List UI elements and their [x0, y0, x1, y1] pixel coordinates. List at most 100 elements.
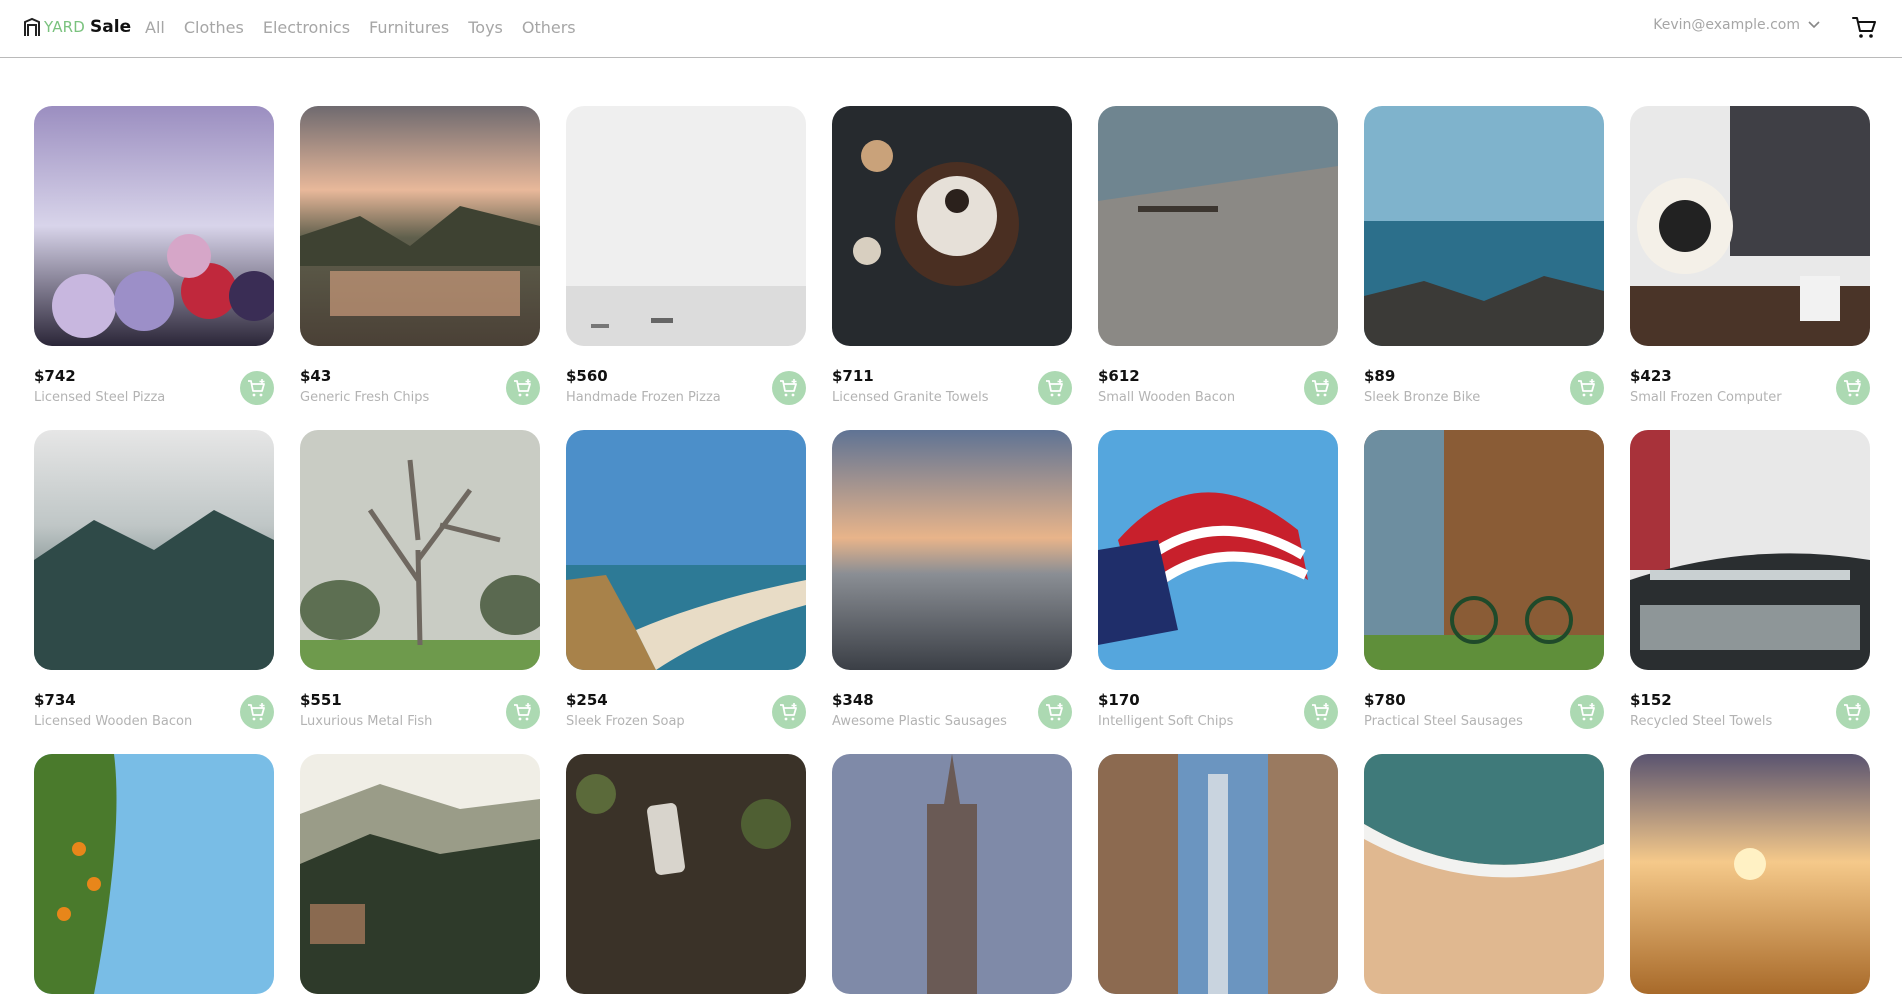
add-to-cart-button[interactable]	[1570, 695, 1604, 729]
product-info: $43 Generic Fresh Chips	[300, 361, 540, 411]
product-info: $89 Sleek Bronze Bike	[1364, 361, 1604, 411]
add-to-cart-button[interactable]	[1836, 371, 1870, 405]
add-to-cart-button[interactable]	[1304, 695, 1338, 729]
product-image[interactable]	[1364, 106, 1604, 346]
product-grid: $742 Licensed Steel Pizza $43 Generic Fr…	[34, 106, 1870, 994]
product-price: $734	[34, 691, 76, 709]
product-image[interactable]	[832, 106, 1072, 346]
add-to-cart-icon	[1046, 703, 1063, 721]
navbar: YARD Sale All Clothes Electronics Furnit…	[0, 0, 1902, 58]
add-to-cart-icon	[1046, 379, 1063, 397]
add-to-cart-button[interactable]	[772, 371, 806, 405]
add-to-cart-icon	[1578, 703, 1595, 721]
product-name: Licensed Wooden Bacon	[34, 714, 193, 729]
product-image[interactable]	[34, 430, 274, 670]
add-to-cart-button[interactable]	[240, 695, 274, 729]
product-info: $348 Awesome Plastic Sausages	[832, 685, 1072, 735]
product-card: $43 Generic Fresh Chips	[300, 106, 540, 405]
add-to-cart-icon	[780, 379, 797, 397]
shopping-cart-icon[interactable]	[1851, 14, 1877, 40]
nav-others[interactable]: Others	[522, 18, 576, 37]
product-image[interactable]	[1098, 430, 1338, 670]
product-card	[300, 754, 540, 994]
add-to-cart-icon	[514, 379, 531, 397]
product-price: $89	[1364, 367, 1396, 385]
product-image[interactable]	[566, 430, 806, 670]
product-image[interactable]	[1364, 430, 1604, 670]
product-image[interactable]	[1630, 754, 1870, 994]
add-to-cart-button[interactable]	[1570, 371, 1604, 405]
product-info: $734 Licensed Wooden Bacon	[34, 685, 274, 735]
nav-all[interactable]: All	[145, 18, 165, 37]
add-to-cart-button[interactable]	[1304, 371, 1338, 405]
account-email: Kevin@example.com	[1653, 17, 1800, 33]
product-name: Licensed Steel Pizza	[34, 390, 166, 405]
product-info: $170 Intelligent Soft Chips	[1098, 685, 1338, 735]
add-to-cart-button[interactable]	[1836, 695, 1870, 729]
product-image[interactable]	[566, 106, 806, 346]
logo[interactable]: YARD Sale	[23, 16, 131, 38]
product-image[interactable]	[1364, 754, 1604, 994]
product-card: $348 Awesome Plastic Sausages	[832, 430, 1072, 729]
category-nav: All Clothes Electronics Furnitures Toys …	[145, 16, 595, 38]
product-card: $734 Licensed Wooden Bacon	[34, 430, 274, 729]
product-name: Awesome Plastic Sausages	[832, 714, 1007, 729]
product-card: $254 Sleek Frozen Soap	[566, 430, 806, 729]
product-image[interactable]	[566, 754, 806, 994]
add-to-cart-icon	[1312, 703, 1329, 721]
product-name: Small Wooden Bacon	[1098, 390, 1236, 405]
product-image[interactable]	[300, 106, 540, 346]
add-to-cart-icon	[780, 703, 797, 721]
add-to-cart-icon	[1844, 379, 1861, 397]
product-image[interactable]	[1630, 430, 1870, 670]
product-card: $170 Intelligent Soft Chips	[1098, 430, 1338, 729]
add-to-cart-icon	[248, 379, 265, 397]
nav-electronics[interactable]: Electronics	[263, 18, 350, 37]
product-image[interactable]	[300, 430, 540, 670]
product-price: $170	[1098, 691, 1140, 709]
add-to-cart-button[interactable]	[240, 371, 274, 405]
product-image[interactable]	[832, 430, 1072, 670]
product-card	[34, 754, 274, 994]
brand-part1: YARD	[44, 18, 86, 36]
product-name: Sleek Bronze Bike	[1364, 390, 1481, 405]
product-info: $742 Licensed Steel Pizza	[34, 361, 274, 411]
add-to-cart-button[interactable]	[506, 695, 540, 729]
brand-part2: Sale	[90, 17, 132, 37]
product-card: $152 Recycled Steel Towels	[1630, 430, 1870, 729]
product-card	[566, 754, 806, 994]
product-card: $560 Handmade Frozen Pizza	[566, 106, 806, 405]
product-name: Small Frozen Computer	[1630, 390, 1782, 405]
product-name: Handmade Frozen Pizza	[566, 390, 721, 405]
product-price: $348	[832, 691, 874, 709]
account-menu[interactable]: Kevin@example.com	[1653, 17, 1820, 33]
product-info: $551 Luxurious Metal Fish	[300, 685, 540, 735]
add-to-cart-icon	[1844, 703, 1861, 721]
add-to-cart-button[interactable]	[1038, 371, 1072, 405]
product-image[interactable]	[832, 754, 1072, 994]
product-price: $780	[1364, 691, 1406, 709]
product-card	[1364, 754, 1604, 994]
nav-toys[interactable]: Toys	[468, 18, 503, 37]
add-to-cart-button[interactable]	[772, 695, 806, 729]
add-to-cart-button[interactable]	[1038, 695, 1072, 729]
add-to-cart-button[interactable]	[506, 371, 540, 405]
storefront-icon	[24, 17, 40, 36]
product-info: $711 Licensed Granite Towels	[832, 361, 1072, 411]
product-image[interactable]	[1630, 106, 1870, 346]
product-info: $152 Recycled Steel Towels	[1630, 685, 1870, 735]
product-image[interactable]	[1098, 106, 1338, 346]
product-image[interactable]	[34, 754, 274, 994]
product-price: $423	[1630, 367, 1672, 385]
product-price: $254	[566, 691, 608, 709]
product-image[interactable]	[34, 106, 274, 346]
product-image[interactable]	[1098, 754, 1338, 994]
nav-clothes[interactable]: Clothes	[184, 18, 244, 37]
product-card	[1630, 754, 1870, 994]
product-price: $551	[300, 691, 342, 709]
product-price: $43	[300, 367, 332, 385]
nav-furnitures[interactable]: Furnitures	[369, 18, 449, 37]
product-card: $742 Licensed Steel Pizza	[34, 106, 274, 405]
add-to-cart-icon	[248, 703, 265, 721]
product-image[interactable]	[300, 754, 540, 994]
